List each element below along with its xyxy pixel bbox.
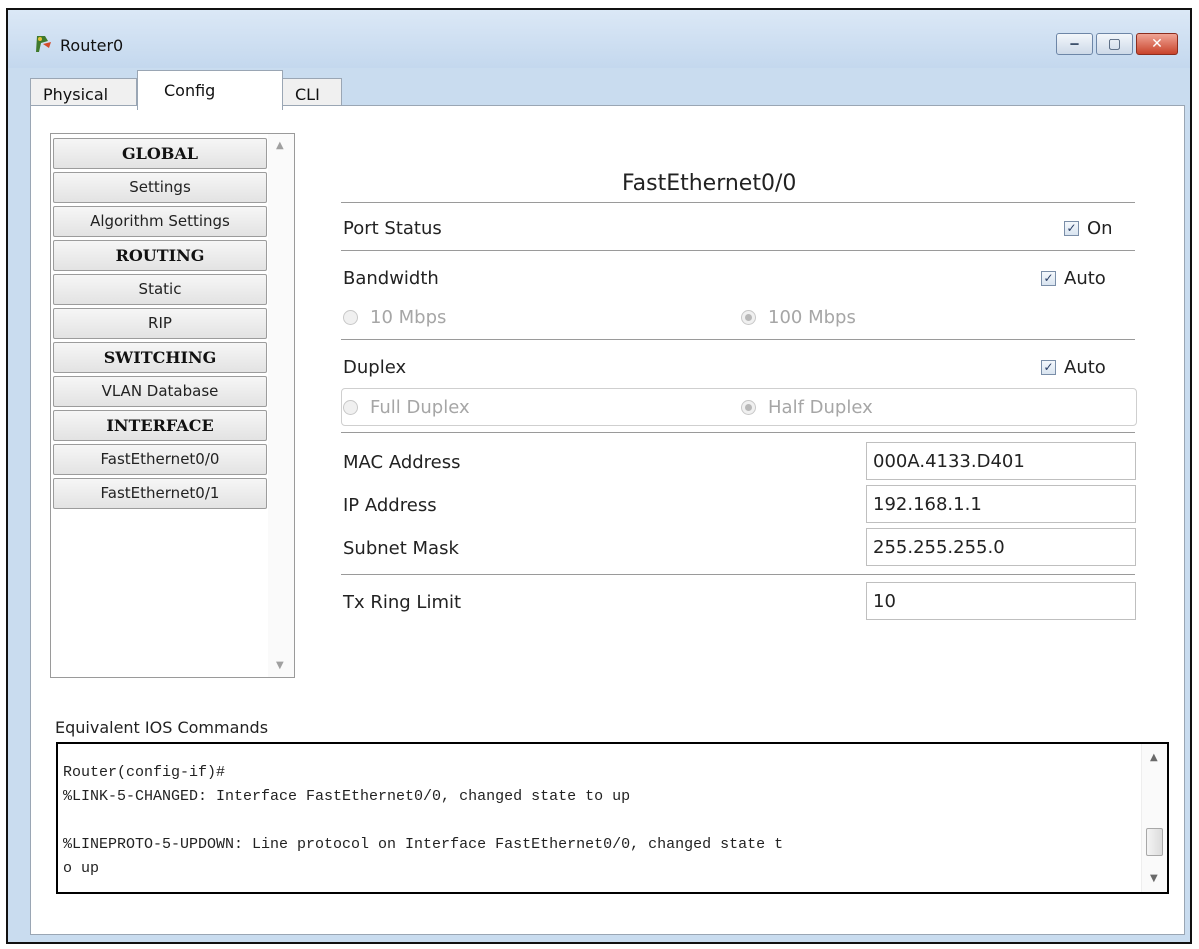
scroll-up-icon[interactable]: ▲	[276, 140, 284, 151]
subnet-mask-label: Subnet Mask	[343, 538, 459, 559]
radio-full-duplex[interactable]: Full Duplex	[343, 397, 470, 418]
maximize-icon: ▢	[1107, 36, 1122, 52]
nav-item-fastethernet0-1[interactable]: FastEthernet0/1	[53, 478, 267, 509]
nav-scrollbar[interactable]: ▲ ▼	[268, 134, 294, 677]
window-controls: ‒ ▢ ✕	[1056, 33, 1178, 55]
nav-header-switching: SWITCHING	[53, 342, 267, 373]
scrollbar-thumb[interactable]	[1146, 828, 1163, 856]
mac-address-field[interactable]: 000A.4133.D401	[866, 442, 1136, 480]
bandwidth-auto-checkbox[interactable]: ✓ Auto	[1041, 268, 1106, 289]
nav-item-algorithm-settings[interactable]: Algorithm Settings	[53, 206, 267, 237]
config-panel: GLOBAL Settings Algorithm Settings ROUTI…	[30, 105, 1185, 935]
radio-selected-icon[interactable]	[741, 310, 756, 325]
title-bar[interactable]: Router0 ‒ ▢ ✕	[8, 10, 1190, 68]
subnet-mask-field[interactable]: 255.255.255.0	[866, 528, 1136, 566]
divider	[341, 339, 1135, 340]
checkbox-checked-icon[interactable]: ✓	[1041, 271, 1056, 286]
console-line: o up	[63, 860, 100, 877]
nav-header-interface: INTERFACE	[53, 410, 267, 441]
divider	[341, 250, 1135, 251]
port-status-label: Port Status	[343, 218, 442, 239]
nav-item-settings[interactable]: Settings	[53, 172, 267, 203]
window-title: Router0	[60, 36, 124, 55]
interface-title: FastEthernet0/0	[622, 171, 797, 196]
minimize-icon: ‒	[1069, 36, 1080, 52]
ip-address-field[interactable]: 192.168.1.1	[866, 485, 1136, 523]
scroll-down-icon[interactable]: ▼	[1150, 873, 1158, 884]
radio-half-duplex-label: Half Duplex	[768, 397, 873, 418]
checkbox-checked-icon[interactable]: ✓	[1064, 221, 1079, 236]
console-line: %LINK-5-CHANGED: Interface FastEthernet0…	[63, 788, 631, 805]
radio-half-duplex[interactable]: Half Duplex	[741, 397, 873, 418]
minimize-button[interactable]: ‒	[1056, 33, 1093, 55]
bandwidth-auto-label: Auto	[1064, 268, 1106, 289]
close-icon: ✕	[1151, 36, 1163, 52]
close-button[interactable]: ✕	[1136, 33, 1178, 55]
router-icon	[34, 34, 54, 54]
radio-10-mbps[interactable]: 10 Mbps	[343, 307, 446, 328]
ios-commands-text: Router(config-if)# %LINK-5-CHANGED: Inter…	[63, 744, 1133, 892]
port-status-on-label: On	[1087, 218, 1113, 239]
nav-item-rip[interactable]: RIP	[53, 308, 267, 339]
duplex-auto-checkbox[interactable]: ✓ Auto	[1041, 357, 1106, 378]
nav-header-routing: ROUTING	[53, 240, 267, 271]
radio-selected-icon[interactable]	[741, 400, 756, 415]
ip-address-label: IP Address	[343, 495, 437, 516]
tx-ring-limit-field[interactable]: 10	[866, 582, 1136, 620]
ios-commands-console[interactable]: Router(config-if)# %LINK-5-CHANGED: Inter…	[56, 742, 1169, 894]
divider	[341, 574, 1135, 575]
console-line: %LINEPROTO-5-UPDOWN: Line protocol on In…	[63, 836, 784, 853]
duplex-label: Duplex	[343, 357, 407, 378]
divider	[341, 202, 1135, 203]
console-line: Router(config-if)#	[63, 764, 226, 781]
nav-item-fastethernet0-0[interactable]: FastEthernet0/0	[53, 444, 267, 475]
mac-address-label: MAC Address	[343, 452, 461, 473]
tab-config[interactable]: Config	[137, 70, 283, 110]
radio-icon[interactable]	[343, 310, 358, 325]
scroll-up-icon[interactable]: ▲	[1150, 752, 1158, 763]
radio-icon[interactable]	[343, 400, 358, 415]
tx-ring-limit-label: Tx Ring Limit	[343, 592, 462, 613]
nav-item-vlan-database[interactable]: VLAN Database	[53, 376, 267, 407]
checkbox-checked-icon[interactable]: ✓	[1041, 360, 1056, 375]
duplex-auto-label: Auto	[1064, 357, 1106, 378]
bandwidth-label: Bandwidth	[343, 268, 439, 289]
ios-scrollbar[interactable]: ▲ ▼	[1141, 744, 1167, 892]
divider	[341, 432, 1135, 433]
radio-10-mbps-label: 10 Mbps	[370, 307, 447, 328]
scroll-down-icon[interactable]: ▼	[276, 660, 284, 671]
port-status-checkbox[interactable]: ✓ On	[1064, 218, 1113, 239]
nav-item-static[interactable]: Static	[53, 274, 267, 305]
radio-100-mbps[interactable]: 100 Mbps	[741, 307, 856, 328]
radio-full-duplex-label: Full Duplex	[370, 397, 470, 418]
maximize-button[interactable]: ▢	[1096, 33, 1133, 55]
radio-100-mbps-label: 100 Mbps	[768, 307, 856, 328]
router-window: Router0 ‒ ▢ ✕ Physical CLI Config GLOBAL…	[6, 8, 1192, 944]
nav-header-global: GLOBAL	[53, 138, 267, 169]
ios-commands-label: Equivalent IOS Commands	[55, 718, 269, 737]
config-nav: GLOBAL Settings Algorithm Settings ROUTI…	[50, 133, 295, 678]
